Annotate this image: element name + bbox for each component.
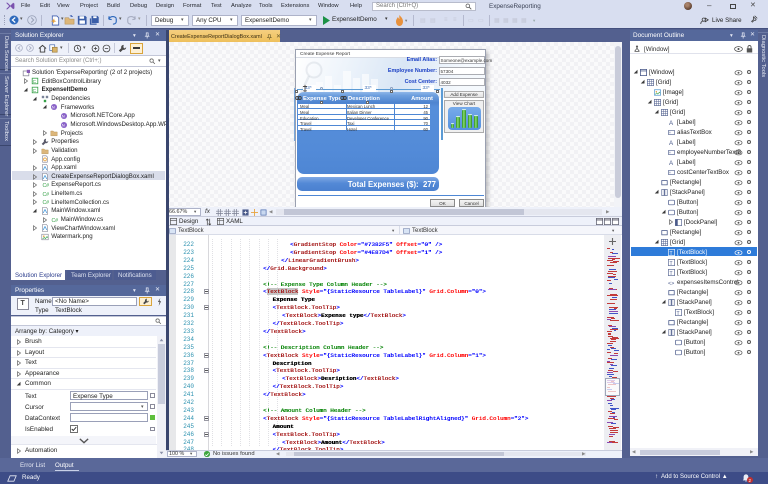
svg-text:A: A — [669, 140, 674, 146]
svg-text:C#: C# — [42, 201, 49, 207]
svg-text:A: A — [669, 160, 674, 166]
svg-text:C: C — [33, 88, 37, 94]
svg-text:T: T — [670, 261, 673, 266]
svg-text:C: C — [33, 79, 37, 85]
svg-text:T: T — [677, 311, 680, 316]
svg-text:N: N — [62, 114, 65, 119]
svg-text:<>: <> — [668, 281, 674, 286]
svg-text:N: N — [52, 105, 55, 110]
svg-text:C#: C# — [42, 192, 49, 198]
svg-text:T: T — [670, 271, 673, 276]
svg-text:A: A — [669, 120, 674, 126]
svg-text:C#: C# — [52, 218, 59, 224]
svg-text:N: N — [62, 122, 65, 127]
svg-text:T: T — [670, 251, 673, 256]
svg-text:C#: C# — [42, 183, 49, 189]
